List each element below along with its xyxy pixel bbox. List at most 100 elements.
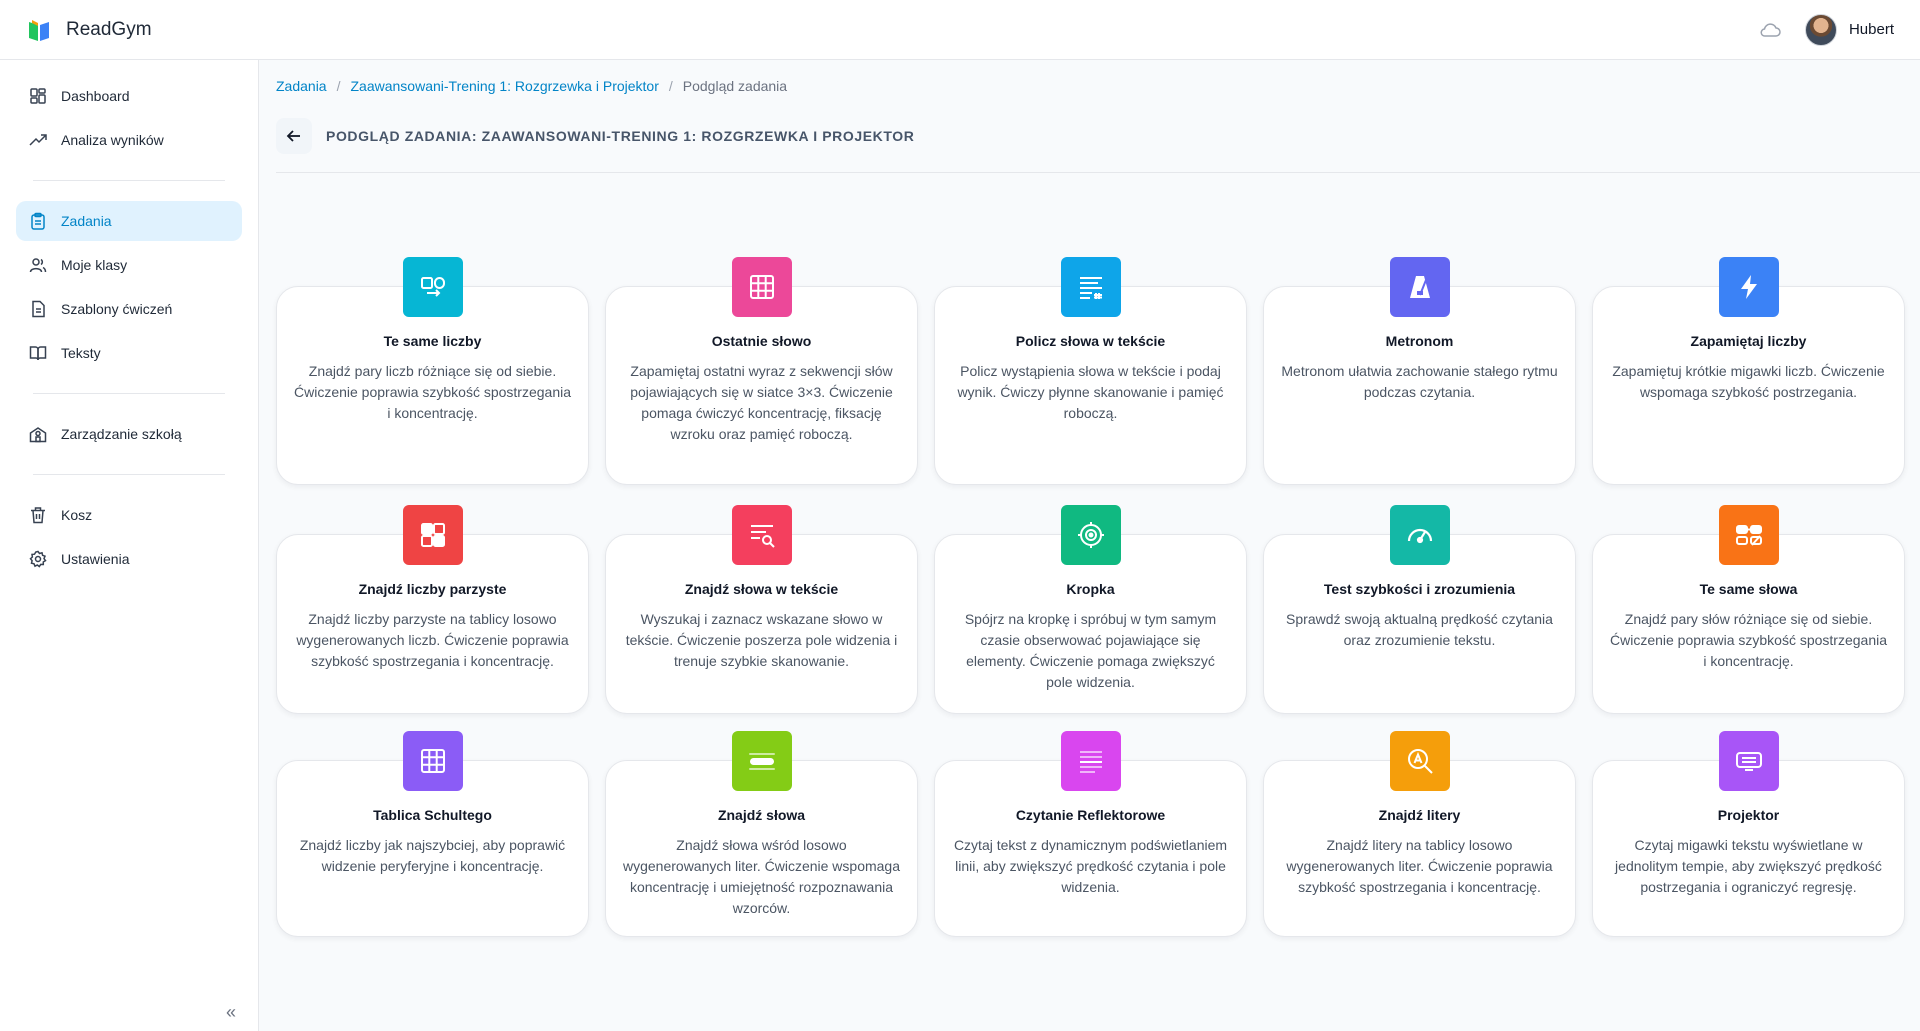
card-description: Znajdź słowa wśród losowo wygenerowanych…	[622, 837, 901, 916]
card-icon-badge	[1718, 731, 1779, 791]
exercise-card[interactable]: Projektor Czytaj migawki tekstu wyświetl…	[1592, 731, 1905, 937]
exercise-card[interactable]: Te same liczby Znajdź pary liczb różniąc…	[276, 257, 589, 485]
word-pairs-icon	[1735, 525, 1762, 546]
cloud-icon[interactable]	[1759, 22, 1781, 38]
grid-icon	[749, 275, 774, 299]
text-lines-icon	[1079, 277, 1102, 299]
card-icon-badge	[1389, 505, 1450, 565]
card-title: Ostatnie słowo	[711, 333, 812, 349]
sidebar-divider	[33, 474, 225, 475]
card-title: Znajdź słowa	[717, 807, 806, 823]
search-text-icon	[750, 525, 775, 548]
card-icon-badge	[402, 731, 463, 791]
open-book-icon	[29, 346, 47, 361]
card-title: Zapamiętaj liczby	[1690, 333, 1807, 349]
exercise-card[interactable]: Policz słowa w tekście Policz wystąpieni…	[934, 257, 1247, 485]
breadcrumb-tasks-link[interactable]: Zadania	[276, 78, 327, 94]
highlight-lines-icon	[1079, 751, 1102, 773]
exercise-card[interactable]: Ostatnie słowo Zapamiętaj ostatni wyraz …	[605, 257, 918, 485]
sidebar-item-label: Ustawienia	[61, 551, 130, 567]
card-title: Kropka	[1066, 581, 1115, 597]
target-icon	[1077, 522, 1104, 548]
exercise-card[interactable]: Znajdź liczby parzyste Znajdź liczby par…	[276, 505, 589, 714]
tiles-icon	[420, 523, 445, 547]
card-title: Policz słowa w tekście	[1015, 333, 1166, 349]
sidebar-item-school[interactable]: Zarządzanie szkołą	[16, 414, 242, 454]
schulte-grid-icon	[420, 749, 445, 773]
sidebar-item-label: Szablony ćwiczeń	[61, 301, 173, 317]
breadcrumb-training-link[interactable]: Zaawansowani-Trening 1: Rozgrzewka i Pro…	[350, 78, 658, 94]
exercise-card[interactable]: Kropka Spójrz na kropkę i spróbuj w tym …	[934, 505, 1247, 714]
back-button[interactable]	[276, 118, 312, 154]
card-title: Projektor	[1717, 807, 1780, 823]
trash-icon	[31, 507, 45, 524]
trend-up-icon	[29, 134, 47, 146]
card-title: Znajdź słowa w tekście	[684, 581, 839, 597]
card-description: Zapamiętaj ostatni wyraz z sekwencji słó…	[630, 363, 893, 442]
exercise-card[interactable]: Tablica Schultego Znajdź liczby jak najs…	[276, 731, 589, 937]
avatar	[1804, 13, 1837, 46]
card-title: Czytanie Reflektorowe	[1015, 807, 1166, 823]
exercise-card[interactable]: Znajdź słowa w tekście Wyszukaj i zaznac…	[605, 505, 918, 714]
sidebar-item-tasks[interactable]: Zadania	[16, 201, 242, 241]
sidebar-item-label: Teksty	[61, 345, 101, 361]
card-icon-badge	[731, 257, 792, 317]
sidebar-divider	[33, 393, 225, 394]
card-title: Znajdź liczby parzyste	[358, 581, 507, 597]
breadcrumb: Zadania / Zaawansowani-Trening 1: Rozgrz…	[276, 78, 787, 94]
sidebar-item-analysis[interactable]: Analiza wyników	[16, 120, 242, 160]
card-description: Czytaj migawki tekstu wyświetlane w jedn…	[1615, 837, 1882, 895]
sidebar-item-dashboard[interactable]: Dashboard	[16, 76, 242, 116]
card-icon-badge	[1718, 505, 1779, 565]
exercise-card[interactable]: Znajdź litery Znajdź litery na tablicy l…	[1263, 731, 1576, 937]
card-description: Sprawdź swoją aktualną prędkość czytania…	[1286, 611, 1553, 648]
sidebar-item-settings[interactable]: Ustawienia	[16, 539, 242, 579]
dashboard-icon	[30, 88, 46, 104]
word-bar-icon	[748, 753, 775, 770]
exercise-card[interactable]: Metronom Metronom ułatwia zachowanie sta…	[1263, 257, 1576, 485]
sidebar: Dashboard Analiza wyników Zadania Moje k…	[0, 60, 259, 1031]
sidebar-item-label: Zadania	[61, 213, 112, 229]
sidebar-item-label: Zarządzanie szkołą	[61, 426, 182, 442]
sidebar-item-label: Moje klasy	[61, 257, 128, 273]
sidebar-item-classes[interactable]: Moje klasy	[16, 245, 242, 285]
app-name: ReadGym	[66, 18, 152, 40]
card-title: Te same liczby	[383, 333, 482, 349]
app-logo[interactable]: ReadGym	[26, 17, 152, 43]
card-description: Spójrz na kropkę i spróbuj w tym samym c…	[964, 611, 1217, 690]
sidebar-item-label: Kosz	[61, 507, 93, 523]
exercise-card[interactable]: Znajdź słowa Znajdź słowa wśród losowo w…	[605, 731, 918, 937]
card-description: Metronom ułatwia zachowanie stałego rytm…	[1281, 363, 1558, 400]
exercise-card[interactable]: Test szybkości i zrozumienia Sprawdź swo…	[1263, 505, 1576, 714]
breadcrumb-separator: /	[336, 78, 341, 94]
exercise-card[interactable]: Te same słowa Znajdź pary słów różniące …	[1592, 505, 1905, 714]
sidebar-item-texts[interactable]: Teksty	[16, 333, 242, 373]
metronome-icon	[1409, 276, 1430, 298]
arrow-left-icon	[286, 130, 300, 142]
gauge-icon	[1407, 528, 1432, 544]
card-description: Czytaj tekst z dynamicznym podświetlanie…	[953, 837, 1228, 895]
card-description: Znajdź liczby jak najszybciej, aby popra…	[299, 837, 566, 874]
breadcrumb-separator: /	[668, 78, 673, 94]
card-title: Test szybkości i zrozumienia	[1323, 581, 1516, 597]
sidebar-item-label: Dashboard	[61, 88, 130, 104]
card-title: Metronom	[1385, 333, 1454, 349]
card-icon-badge	[1060, 505, 1121, 565]
user-name: Hubert	[1848, 21, 1894, 38]
sidebar-item-trash[interactable]: Kosz	[16, 495, 242, 535]
letter-search-icon	[1407, 749, 1433, 774]
compare-icon	[420, 277, 445, 297]
exercise-card[interactable]: Zapamiętaj liczby Zapamiętuj krótkie mig…	[1592, 257, 1905, 485]
exercise-card[interactable]: Czytanie Reflektorowe Czytaj tekst z dyn…	[934, 731, 1247, 937]
sidebar-item-templates[interactable]: Szablony ćwiczeń	[16, 289, 242, 329]
card-icon-badge	[1389, 731, 1450, 791]
book-logo-icon	[29, 19, 49, 41]
document-icon	[32, 300, 45, 318]
collapse-sidebar-button[interactable]: «	[226, 1002, 236, 1023]
card-icon-badge	[402, 257, 463, 317]
card-icon-badge	[1060, 257, 1121, 317]
top-bar: ReadGym Hubert	[0, 0, 1920, 60]
page-title: PODGLĄD ZADANIA: ZAAWANSOWANI-TRENING 1:…	[326, 128, 915, 144]
projector-icon	[1735, 752, 1762, 771]
user-menu[interactable]: Hubert	[1804, 13, 1894, 46]
